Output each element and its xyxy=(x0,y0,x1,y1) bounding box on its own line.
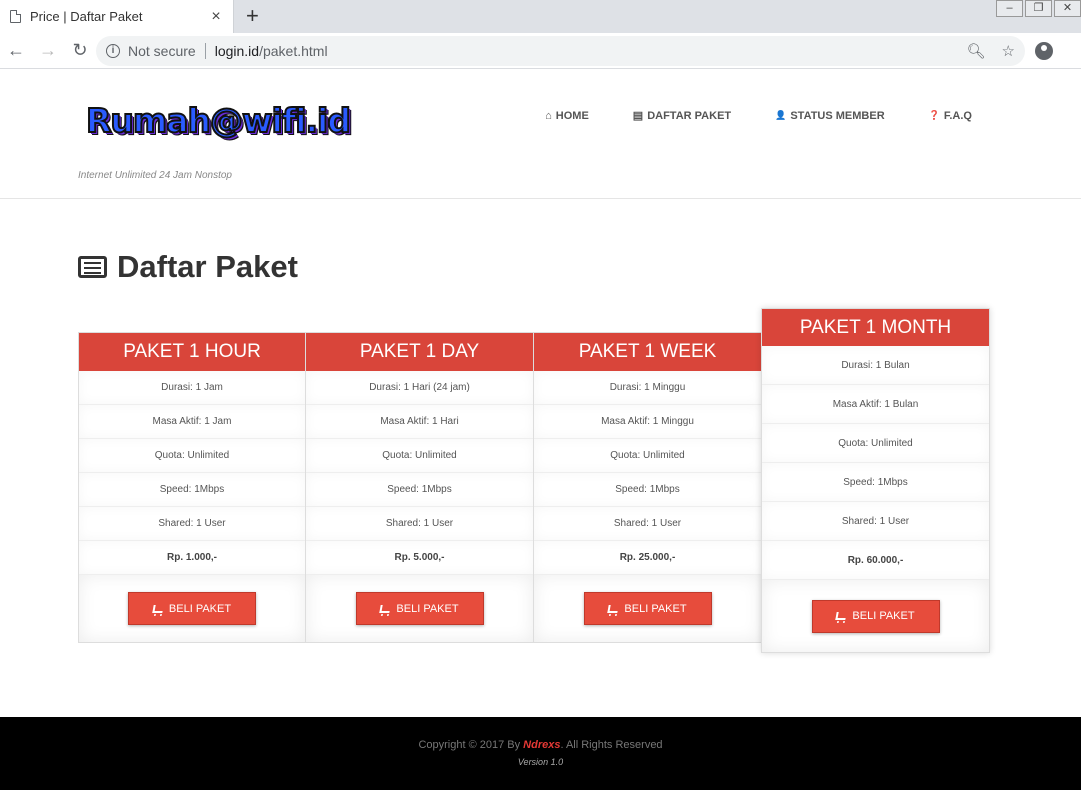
plan-title: PAKET 1 HOUR xyxy=(79,333,305,371)
nav-daftar-paket[interactable]: ▤ DAFTAR PAKET xyxy=(632,109,731,123)
main-nav: ⌂ HOME ▤ DAFTAR PAKET 👤 STATUS MEMBER ❓ F.A.… xyxy=(545,109,972,123)
plan-durasi: Durasi: 1 Jam xyxy=(79,371,305,405)
pricing-table: PAKET 1 HOUR Durasi: 1 Jam Masa Aktif: 1… xyxy=(78,308,990,653)
browser-tab-bar: Price | Daftar Paket × + – ❐ ✕ xyxy=(0,0,1081,33)
info-icon[interactable]: i xyxy=(106,44,120,58)
cart-icon xyxy=(152,604,164,613)
plan-price: Rp. 25.000,- xyxy=(534,541,761,575)
plan-shared: Shared: 1 User xyxy=(79,507,305,541)
omnibox[interactable]: i Not secure login.id /paket.html 🔍︎ ☆ xyxy=(96,36,1025,66)
tab-title: Price | Daftar Paket xyxy=(30,9,143,24)
plan-masa-aktif: Masa Aktif: 1 Minggu xyxy=(534,405,761,439)
plan-card-1-hour: PAKET 1 HOUR Durasi: 1 Jam Masa Aktif: 1… xyxy=(78,332,306,643)
plan-quota: Quota: Unlimited xyxy=(306,439,533,473)
copyright-text: Copyright © 2017 By Ndrexs. All Rights R… xyxy=(418,739,663,751)
tab-close-icon[interactable]: × xyxy=(205,8,227,26)
url-host: login.id xyxy=(214,43,260,59)
plan-card-1-month: PAKET 1 MONTH Durasi: 1 Bulan Masa Aktif… xyxy=(761,308,990,653)
cart-icon xyxy=(379,604,392,613)
reload-icon[interactable]: ↻ xyxy=(64,40,96,61)
site-logo[interactable]: Rumah@wifi.id xyxy=(85,100,352,141)
close-window-button[interactable]: ✕ xyxy=(1054,0,1081,17)
plan-durasi: Durasi: 1 Hari (24 jam) xyxy=(306,371,533,405)
document-icon xyxy=(10,10,21,23)
site-footer: Copyright © 2017 By Ndrexs. All Rights R… xyxy=(0,717,1081,790)
version-label: Version 1.0 xyxy=(517,757,564,767)
plan-speed: Speed: 1Mbps xyxy=(306,473,533,507)
restore-button[interactable]: ❐ xyxy=(1025,0,1052,17)
plan-footer: BELI PAKET xyxy=(762,580,989,652)
nav-status-member[interactable]: 👤 STATUS MEMBER xyxy=(775,109,885,122)
plan-quota: Quota: Unlimited xyxy=(534,439,761,473)
back-arrow-icon[interactable]: ← xyxy=(0,40,32,61)
buy-button[interactable]: BELI PAKET xyxy=(811,599,940,633)
plan-footer: BELI PAKET xyxy=(79,575,305,642)
omnibox-divider xyxy=(204,43,206,59)
bookmark-star-icon[interactable]: ☆ xyxy=(1002,42,1015,60)
plan-quota: Quota: Unlimited xyxy=(79,439,305,473)
plan-footer: BELI PAKET xyxy=(306,575,533,642)
plan-masa-aktif: Masa Aktif: 1 Hari xyxy=(306,405,533,439)
new-tab-button[interactable]: + xyxy=(246,4,259,28)
home-icon: ⌂ xyxy=(545,109,552,122)
plan-speed: Speed: 1Mbps xyxy=(762,463,989,502)
plan-title: PAKET 1 DAY xyxy=(306,333,533,371)
nav-faq[interactable]: ❓ F.A.Q xyxy=(929,109,972,122)
plan-shared: Shared: 1 User xyxy=(534,507,761,541)
url-path: /paket.html xyxy=(259,43,328,59)
author-link[interactable]: Ndrexs xyxy=(523,739,560,751)
plan-card-1-day: PAKET 1 DAY Durasi: 1 Hari (24 jam) Masa… xyxy=(305,332,534,643)
cart-icon xyxy=(835,612,848,620)
buy-button[interactable]: BELI PAKET xyxy=(128,592,256,625)
plan-shared: Shared: 1 User xyxy=(762,502,989,541)
plan-masa-aktif: Masa Aktif: 1 Jam xyxy=(79,405,305,439)
forward-arrow-icon[interactable]: → xyxy=(32,40,64,61)
buy-button[interactable]: BELI PAKET xyxy=(355,592,484,625)
plan-shared: Shared: 1 User xyxy=(306,507,533,541)
plan-title: PAKET 1 MONTH xyxy=(762,309,989,346)
plan-price: Rp. 60.000,- xyxy=(762,541,989,580)
plan-price: Rp. 5.000,- xyxy=(306,541,533,575)
nav-home[interactable]: ⌂ HOME xyxy=(545,109,589,122)
plan-masa-aktif: Masa Aktif: 1 Bulan xyxy=(762,385,989,424)
browser-tab[interactable]: Price | Daftar Paket × xyxy=(0,0,234,33)
list-icon xyxy=(78,256,107,278)
plan-title: PAKET 1 WEEK xyxy=(534,333,761,371)
plan-quota: Quota: Unlimited xyxy=(762,424,989,463)
plan-card-1-week: PAKET 1 WEEK Durasi: 1 Minggu Masa Aktif… xyxy=(533,332,762,643)
user-icon: 👤 xyxy=(775,110,787,120)
site-tagline: Internet Unlimited 24 Jam Nonstop xyxy=(78,170,232,181)
minimize-button[interactable]: – xyxy=(996,0,1023,17)
address-bar: ← → ↻ i Not secure login.id /paket.html … xyxy=(0,33,1081,69)
page-title: Daftar Paket xyxy=(78,249,298,285)
plan-price: Rp. 1.000,- xyxy=(79,541,305,575)
plan-durasi: Durasi: 1 Bulan xyxy=(762,346,989,385)
window-controls: – ❐ ✕ xyxy=(994,0,1081,17)
plan-footer: BELI PAKET xyxy=(534,575,761,642)
cart-icon xyxy=(607,604,620,613)
profile-icon[interactable] xyxy=(1035,42,1053,60)
site-header: Rumah@wifi.id Internet Unlimited 24 Jam … xyxy=(0,69,1081,199)
card-icon: ▤ xyxy=(632,110,644,122)
plan-speed: Speed: 1Mbps xyxy=(534,473,761,507)
security-label: Not secure xyxy=(128,43,196,59)
question-icon: ❓ xyxy=(928,110,940,120)
zoom-icon[interactable]: 🔍︎ xyxy=(967,42,986,60)
buy-button[interactable]: BELI PAKET xyxy=(583,592,712,625)
plan-speed: Speed: 1Mbps xyxy=(79,473,305,507)
plan-durasi: Durasi: 1 Minggu xyxy=(534,371,761,405)
